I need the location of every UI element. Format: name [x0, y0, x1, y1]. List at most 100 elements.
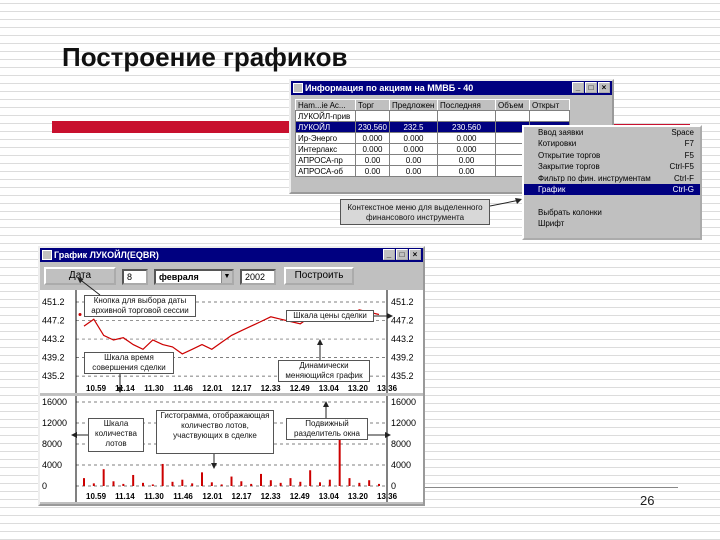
volume-bar [348, 478, 351, 486]
info-window-title: Информация по акциям на ММВБ - 40 [305, 83, 474, 93]
volume-tick-right: 8000 [391, 439, 411, 449]
time-tick-label: 11.14 [115, 384, 135, 393]
column-header[interactable]: Объем [495, 99, 530, 111]
time-tick-label: 10.59 [86, 384, 107, 393]
column-header[interactable]: Предложен [389, 99, 438, 111]
menu-item-shortcut: Ctrl-G [672, 184, 694, 194]
table-cell: 0.000 [389, 143, 438, 155]
table-cell: ЛУКОЙЛ [295, 121, 356, 133]
menu-item[interactable]: Выбрать колонки [524, 207, 700, 218]
table-cell: 0.000 [355, 143, 390, 155]
table-cell: 0.00 [389, 154, 438, 166]
month-select[interactable]: февраля ▼ [154, 269, 234, 285]
table-cell: АПРОСА-об [295, 165, 356, 177]
window-system-icon[interactable] [42, 250, 52, 260]
callout-price-scale: Шкала цены сделки [286, 310, 374, 322]
page-number: 26 [640, 493, 655, 508]
date-button[interactable]: Дата [44, 267, 116, 285]
table-cell [389, 110, 438, 122]
volume-tick-left: 16000 [42, 397, 67, 407]
volume-bar [309, 470, 312, 486]
maximize-icon[interactable]: □ [585, 82, 597, 93]
menu-item[interactable]: Шрифт [524, 218, 700, 229]
table-cell: 0.00 [437, 154, 496, 166]
window-system-icon[interactable] [293, 83, 303, 93]
menu-item[interactable]: Открытие торгов F5 [524, 150, 700, 161]
menu-item[interactable]: Фильтр по фин. инструментам Ctrl-F [524, 173, 700, 184]
menu-item-label: График [538, 184, 566, 194]
price-tick-right: 435.2 [391, 371, 414, 381]
maximize-icon[interactable]: □ [396, 249, 408, 260]
decorative-red-bar [52, 121, 292, 133]
column-header[interactable]: Последняя [437, 99, 496, 111]
table-row[interactable]: ЛУКОЙЛ-прив [295, 110, 570, 122]
price-tick-right: 451.2 [391, 297, 414, 307]
menu-item-label: Ввод заявки [538, 128, 584, 137]
table-cell: 0.000 [437, 143, 496, 155]
price-tick-left: 447.2 [42, 316, 65, 326]
volume-bar [279, 482, 282, 486]
menu-item[interactable]: Котировки F7 [524, 138, 700, 149]
table-cell: 0.00 [355, 154, 390, 166]
table-cell [437, 110, 496, 122]
minimize-icon[interactable]: _ [383, 249, 395, 260]
price-tick-right: 443.2 [391, 334, 414, 344]
table-cell: 0.00 [437, 165, 496, 177]
chart-canvas: 451.2 451.2 447.2 447.2 443.2 443.2 439.2 439.2… [40, 290, 423, 502]
menu-item[interactable]: Закрытие торгов Ctrl-F5 [524, 161, 700, 172]
volume-bar [132, 474, 135, 486]
minimize-icon[interactable]: _ [572, 82, 584, 93]
callout-volume-scale: Шкала количества лотов [88, 418, 144, 452]
time-tick-label-bottom: 13.36 [377, 492, 398, 501]
volume-bar [378, 483, 380, 486]
table-cell: 0.000 [437, 132, 496, 144]
close-icon[interactable]: × [598, 82, 610, 93]
menu-item[interactable] [524, 195, 700, 206]
time-tick-label-bottom: 12.49 [290, 492, 311, 501]
menu-item-label: Открытие торгов [538, 150, 601, 160]
table-cell: АПРОСА-пр [295, 154, 356, 166]
build-button[interactable]: Построить [284, 267, 354, 285]
arrow-context-callout [490, 198, 522, 207]
time-tick-label-bottom: 12.01 [202, 492, 223, 501]
menu-item-label: Фильтр по фин. инструментам [538, 173, 651, 183]
volume-bar [299, 481, 302, 486]
table-cell: Ир-Энерго [295, 132, 356, 144]
price-tick-left: 451.2 [42, 297, 65, 307]
table-cell [495, 110, 530, 122]
column-header[interactable]: Ham...ie Ac... [295, 99, 356, 111]
volume-tick-right: 16000 [391, 397, 416, 407]
table-cell [355, 110, 390, 122]
volume-bar [338, 438, 341, 486]
day-field[interactable]: 8 [122, 269, 148, 285]
volume-tick-left: 0 [42, 481, 47, 491]
volume-bar [269, 480, 272, 486]
menu-item-shortcut: F7 [684, 139, 694, 149]
table-cell: 0.000 [389, 132, 438, 144]
info-window-titlebar: Информация по акциям на ММВБ - 40 _ □ × [291, 81, 612, 95]
column-header[interactable]: Открыт [529, 99, 570, 111]
volume-bar [358, 482, 361, 486]
menu-item[interactable]: Ввод заявки Space [524, 127, 700, 138]
time-tick-label: 12.33 [261, 384, 282, 393]
volume-tick-right: 12000 [391, 418, 416, 428]
column-header[interactable]: Торг [355, 99, 390, 111]
year-field[interactable]: 2002 [240, 269, 276, 285]
time-tick-label-bottom: 12.33 [261, 492, 282, 501]
price-tick-left: 435.2 [42, 371, 65, 381]
footer-divider [420, 487, 678, 488]
context-menu: Ввод заявки Space Котировки F7 Открытие торг… [522, 125, 702, 240]
close-icon[interactable]: × [409, 249, 421, 260]
volume-tick-left: 12000 [42, 418, 67, 428]
time-tick-label: 11.30 [144, 384, 164, 393]
table-cell: 0.00 [389, 165, 438, 177]
pane-splitter[interactable] [40, 393, 423, 396]
chevron-down-icon[interactable]: ▼ [221, 271, 232, 283]
callout-dynamic-chart: Динамически меняющийся график [278, 360, 370, 382]
menu-item[interactable]: График Ctrl-G [524, 183, 700, 196]
volume-bar [191, 483, 194, 486]
table-cell: 230.560 [437, 121, 496, 133]
time-tick-label-bottom: 11.46 [173, 492, 193, 501]
volume-tick-right: 0 [391, 481, 396, 491]
volume-tick-left: 4000 [42, 460, 62, 470]
